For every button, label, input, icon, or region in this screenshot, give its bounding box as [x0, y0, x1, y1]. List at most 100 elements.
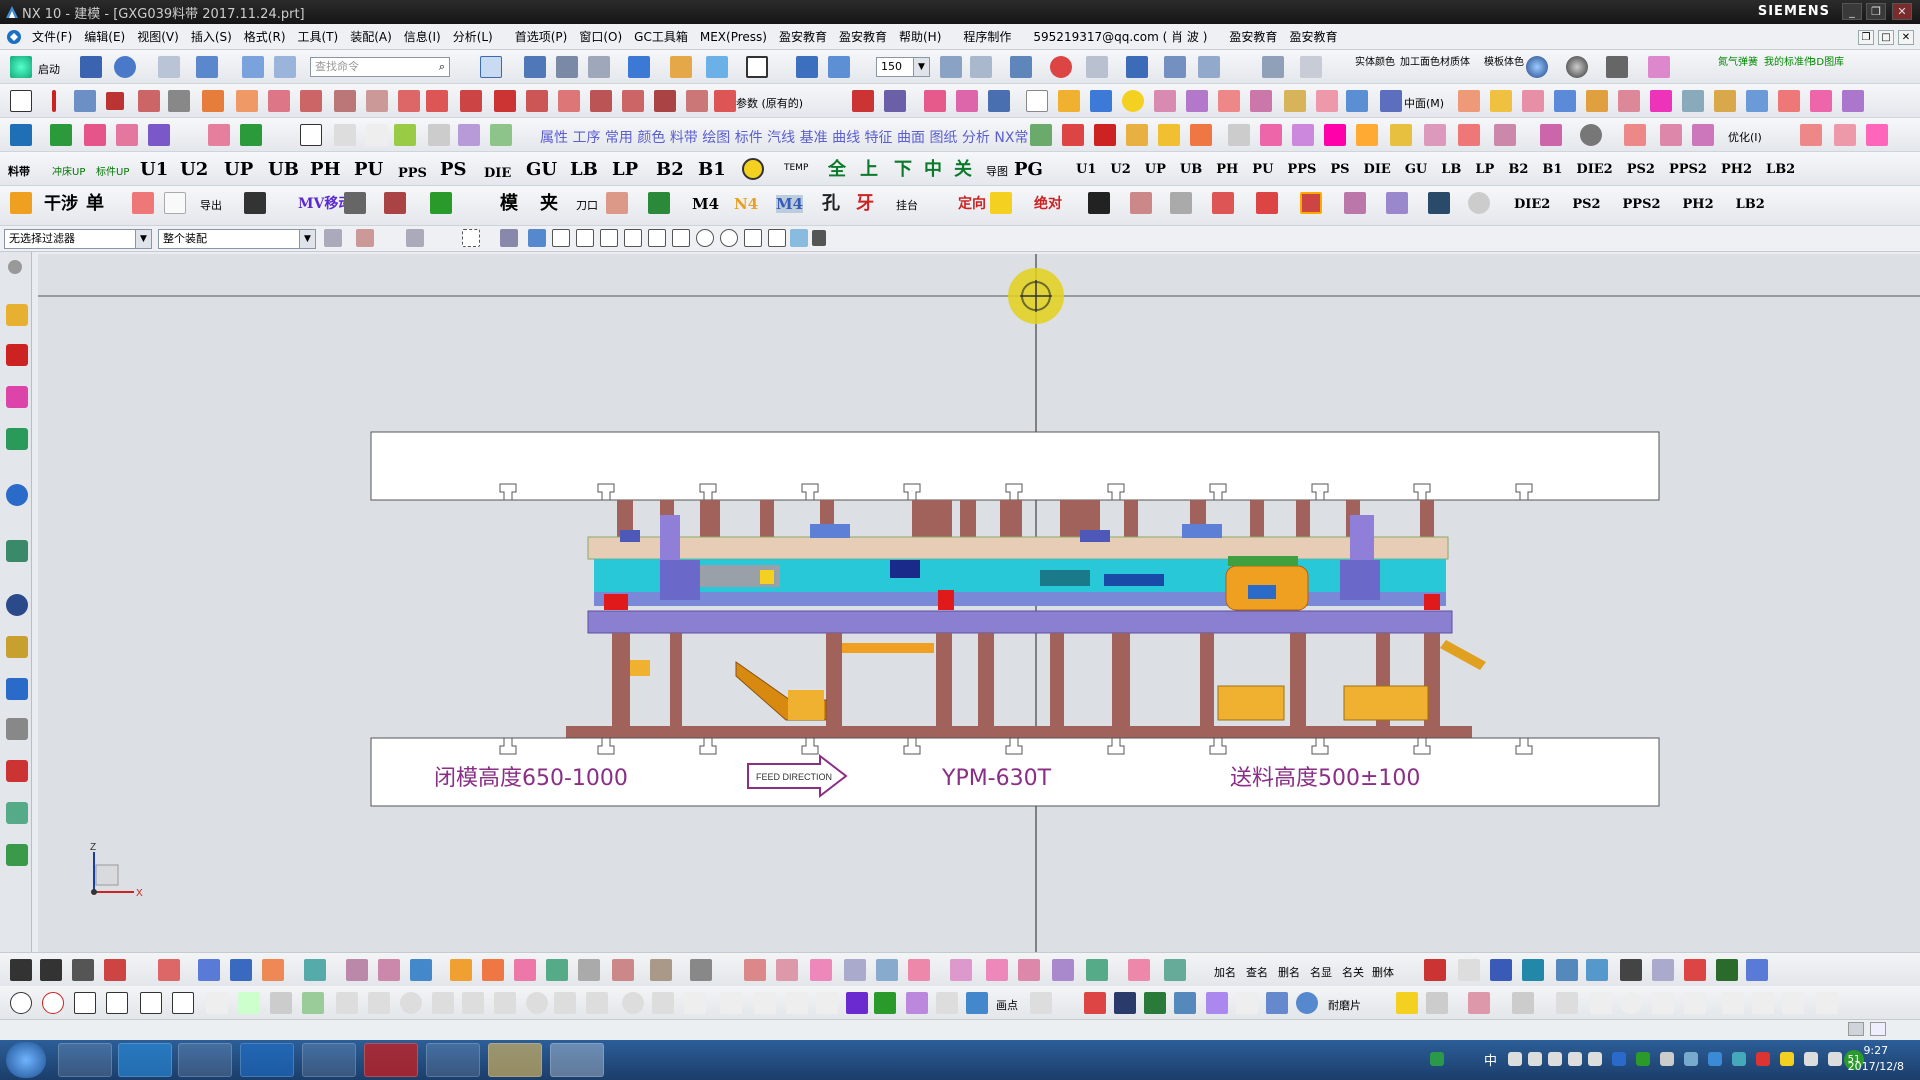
circle-point-icon[interactable]: [10, 992, 32, 1014]
cylinder-icon[interactable]: [1058, 90, 1080, 112]
grid-d-icon[interactable]: [1512, 992, 1534, 1014]
constraint-navigator-icon[interactable]: [6, 344, 28, 366]
assembly-icon[interactable]: [1198, 56, 1220, 78]
wear-plate-icon[interactable]: [116, 124, 138, 146]
menu-analysis[interactable]: 分析(L): [447, 28, 499, 45]
small-die2[interactable]: DIE2: [1576, 162, 1612, 177]
shell-icon[interactable]: [398, 90, 420, 112]
tool-d-icon[interactable]: [1126, 124, 1148, 146]
boss-icon[interactable]: [1186, 90, 1208, 112]
dims-icon[interactable]: [684, 992, 706, 1014]
system-scenes-icon[interactable]: [6, 802, 28, 824]
grid-block-icon[interactable]: [1428, 192, 1450, 214]
wcs-icon[interactable]: [796, 56, 818, 78]
row5-pps2[interactable]: PPS2: [1623, 197, 1661, 212]
green-pill-icon[interactable]: [1144, 992, 1166, 1014]
plate-ps-button[interactable]: PS: [440, 161, 467, 179]
thread-button[interactable]: 牙: [856, 195, 874, 213]
tray-i-icon[interactable]: [1684, 1052, 1698, 1066]
slot-icon[interactable]: [1284, 90, 1306, 112]
feature-tab[interactable]: 特征: [865, 130, 893, 146]
web-icon[interactable]: [6, 540, 28, 562]
unite-icon[interactable]: [1346, 90, 1368, 112]
bracket-icon[interactable]: [172, 992, 194, 1014]
spline-icon[interactable]: [168, 90, 190, 112]
menu-window[interactable]: 窗口(O): [573, 28, 628, 45]
midsurface-icon[interactable]: [1380, 90, 1402, 112]
shade-sphere-icon[interactable]: [1566, 56, 1588, 78]
arc-tool-icon[interactable]: [40, 959, 62, 981]
rotate-icon[interactable]: [344, 192, 366, 214]
table-icon[interactable]: [1556, 992, 1578, 1014]
start-orb-icon[interactable]: [6, 1042, 46, 1078]
my-standard-label[interactable]: 我的标准件: [1764, 57, 1814, 68]
dims-c-icon[interactable]: [754, 992, 776, 1014]
frame-icon[interactable]: [300, 124, 322, 146]
tool-r-icon[interactable]: [1624, 124, 1646, 146]
tray-l-icon[interactable]: [1756, 1052, 1770, 1066]
orient-button[interactable]: 定向: [958, 195, 986, 213]
system-materials-icon[interactable]: [6, 636, 28, 658]
paste-icon[interactable]: [274, 56, 296, 78]
fillet-icon[interactable]: [526, 90, 548, 112]
menu-mex-press[interactable]: MEX(Press): [694, 30, 773, 44]
snap-perpendicular-icon[interactable]: [672, 229, 690, 247]
info-icon[interactable]: [6, 484, 28, 506]
minimize-button[interactable]: _: [1842, 3, 1862, 20]
absolute-button[interactable]: 绝对: [1034, 195, 1062, 213]
welding-icon[interactable]: [6, 844, 28, 866]
loft-icon[interactable]: [300, 90, 322, 112]
layer-icon[interactable]: [556, 56, 578, 78]
pen-icon[interactable]: [1606, 56, 1628, 78]
bend-icon[interactable]: [1522, 90, 1544, 112]
draw-point-label[interactable]: 画点: [996, 997, 1018, 1013]
temp-label[interactable]: TEMP: [784, 163, 808, 173]
t-tool-icon[interactable]: [1522, 959, 1544, 981]
menu-info[interactable]: 信息(I): [398, 28, 447, 45]
monitor-icon[interactable]: [10, 124, 32, 146]
intersect-icon[interactable]: [686, 90, 708, 112]
wave-green-icon[interactable]: [874, 992, 896, 1014]
cone-icon[interactable]: [1090, 90, 1112, 112]
arrow-icon[interactable]: [1126, 56, 1148, 78]
gas-icon[interactable]: [50, 124, 72, 146]
tool-s-icon[interactable]: [1660, 124, 1682, 146]
clear-icon[interactable]: [164, 192, 186, 214]
small-b1[interactable]: B1: [1542, 162, 1562, 177]
contour-icon[interactable]: [1586, 90, 1608, 112]
person-icon[interactable]: [1722, 992, 1744, 1014]
history-icon[interactable]: [6, 594, 28, 616]
tool-q-icon[interactable]: [1580, 124, 1602, 146]
combo-icon[interactable]: [908, 959, 930, 981]
manufacturing-wizard-icon[interactable]: [6, 718, 28, 740]
pin-red-icon[interactable]: [1684, 959, 1706, 981]
small-lb2[interactable]: LB2: [1766, 162, 1795, 177]
orient-view-icon[interactable]: [628, 56, 650, 78]
face-f-icon[interactable]: [1128, 959, 1150, 981]
menu-yingan-1[interactable]: 盈安教育: [773, 28, 833, 45]
update-icon[interactable]: [366, 124, 388, 146]
small-u2[interactable]: U2: [1110, 162, 1130, 177]
purple-block-icon[interactable]: [846, 992, 868, 1014]
status-panel-a-icon[interactable]: [1848, 1022, 1864, 1036]
tool-h-icon[interactable]: [1260, 124, 1282, 146]
analysis-tab[interactable]: 分析: [962, 130, 990, 146]
menu-file[interactable]: 文件(F): [26, 28, 78, 45]
menu-assembly[interactable]: 装配(A): [344, 28, 398, 45]
sphere-solid-icon[interactable]: [1122, 90, 1144, 112]
small-ub[interactable]: UB: [1180, 162, 1202, 177]
snap-quadrant-icon[interactable]: [720, 229, 738, 247]
optimize-label[interactable]: 优化(I): [1728, 129, 1762, 145]
move-icon[interactable]: [828, 56, 850, 78]
copy-icon[interactable]: [242, 56, 264, 78]
curve-tool-icon[interactable]: [10, 959, 32, 981]
close-button[interactable]: ✕: [1892, 3, 1912, 20]
curve-g-icon[interactable]: [586, 992, 608, 1014]
plate-pps-button[interactable]: PPS: [398, 165, 427, 183]
project-icon[interactable]: [654, 90, 676, 112]
patch-icon[interactable]: [988, 90, 1010, 112]
delete-body-label[interactable]: 删体: [1372, 964, 1394, 980]
menu-yingan-3[interactable]: 盈安教育: [1223, 28, 1283, 45]
circle-draw-icon[interactable]: [106, 992, 128, 1014]
model-view[interactable]: 闭模高度650-1000 FEED DIRECTION YPM-630T 送料高…: [38, 254, 1920, 952]
